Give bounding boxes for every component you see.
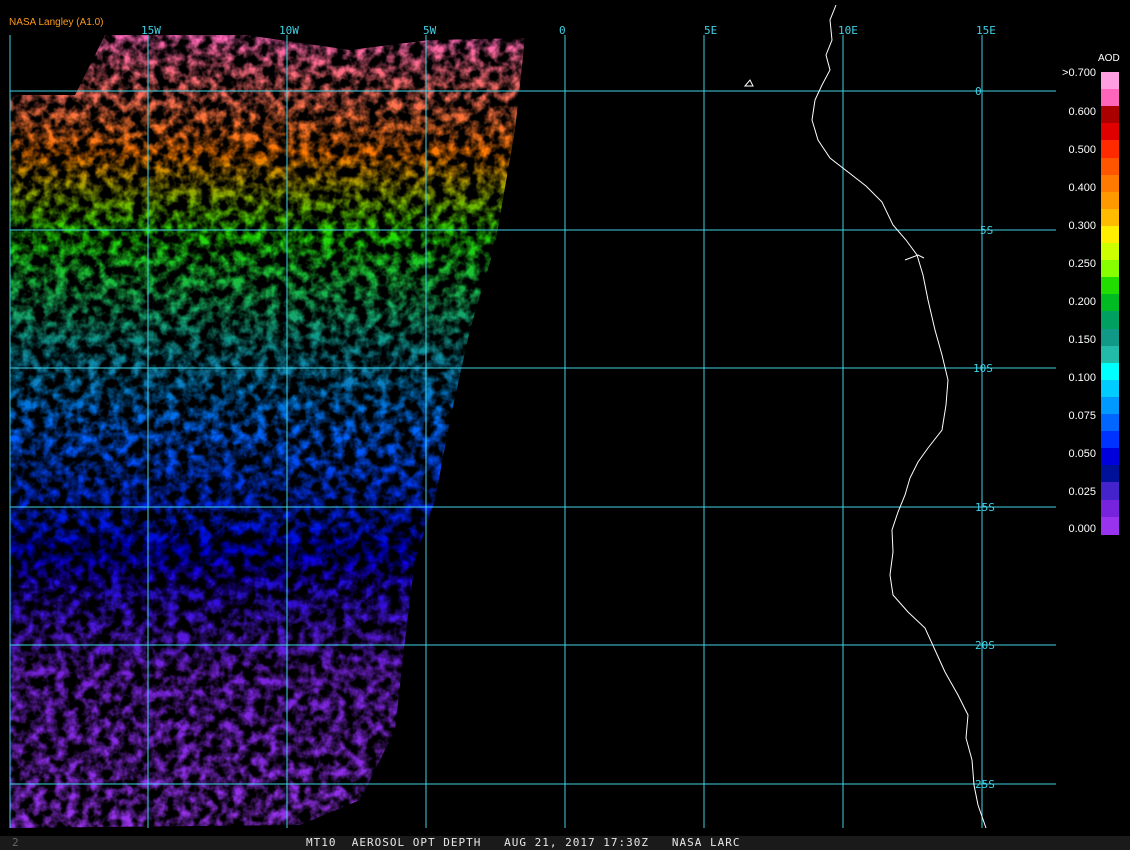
lat-label: 25S [975, 778, 995, 791]
legend-swatch [1101, 499, 1119, 518]
legend-swatch [1101, 379, 1119, 398]
legend-swatch [1101, 431, 1119, 450]
lon-label: 15E [976, 24, 996, 37]
legend-swatch [1101, 208, 1119, 227]
legend-label: 0.150 [1068, 334, 1096, 346]
legend-swatch [1101, 89, 1119, 108]
lon-label: 0 [559, 24, 566, 37]
legend-swatch [1101, 448, 1119, 467]
lat-label: 15S [975, 501, 995, 514]
retrieval-swath [10, 35, 525, 828]
legend-swatch [1101, 106, 1119, 125]
corner-mark: 2 [12, 836, 19, 849]
legend-label: 0.050 [1068, 448, 1096, 460]
aod-map: 15W 10W 5W 0 5E 10E 15E 0 5S 10S 15S 20S… [9, 4, 1056, 829]
legend-label: 0.075 [1068, 410, 1096, 422]
legend-label: 0.400 [1068, 182, 1096, 194]
legend-swatch [1101, 123, 1119, 142]
legend-swatch [1101, 294, 1119, 313]
lon-label: 10E [838, 24, 858, 37]
lat-label: 0 [975, 85, 982, 98]
legend-swatch [1101, 157, 1119, 176]
legend-label: 0.100 [1068, 372, 1096, 384]
legend-label: 0.250 [1068, 258, 1096, 270]
legend-swatch [1101, 140, 1119, 159]
legend-label: 0.300 [1068, 220, 1096, 232]
legend-swatch [1101, 328, 1119, 347]
legend-swatch [1101, 396, 1119, 415]
credit-label: NASA Langley (A1.0) [9, 17, 104, 28]
legend-label: 0.600 [1068, 106, 1096, 118]
lon-label: 10W [279, 24, 299, 37]
lat-label: 5S [980, 224, 993, 237]
coastline [811, 4, 987, 829]
legend-swatch [1101, 174, 1119, 193]
legend-swatch [1101, 482, 1119, 501]
aerosol-data-field [10, 35, 525, 828]
legend-label: 0.000 [1068, 523, 1096, 535]
coastline-detail [743, 79, 925, 261]
legend-swatch [1101, 260, 1119, 279]
product-caption: MT10 AEROSOL OPT DEPTH AUG 21, 2017 17:3… [306, 836, 741, 849]
lon-label: 15W [141, 24, 161, 37]
legend-swatch [1101, 277, 1119, 296]
legend-label: 0.025 [1068, 486, 1096, 498]
legend-swatch [1101, 465, 1119, 484]
lon-label: 5E [704, 24, 717, 37]
legend-label: >0.700 [1062, 67, 1096, 79]
lon-label: 5W [423, 24, 437, 37]
legend-swatch [1101, 311, 1119, 330]
lat-label: 10S [973, 362, 993, 375]
legend-title: AOD [1098, 53, 1120, 64]
legend-swatch [1101, 72, 1119, 90]
legend-swatch [1101, 414, 1119, 432]
legend-swatch [1101, 191, 1119, 210]
legend-label: 0.500 [1068, 144, 1096, 156]
legend-swatch [1101, 243, 1119, 261]
legend-swatch [1101, 345, 1119, 364]
legend-swatch [1101, 516, 1119, 535]
legend-swatch [1101, 225, 1119, 244]
lat-label: 20S [975, 639, 995, 652]
legend-swatch [1101, 362, 1119, 381]
legend-label: 0.200 [1068, 296, 1096, 308]
